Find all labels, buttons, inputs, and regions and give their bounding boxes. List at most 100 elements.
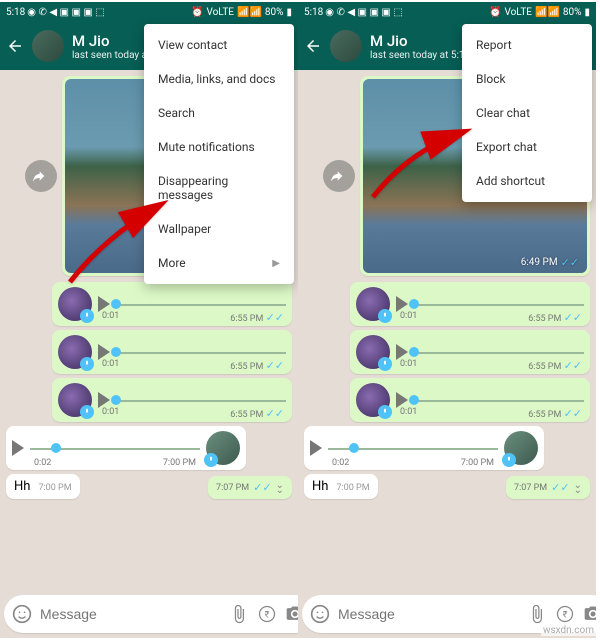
voice-avatar [356, 383, 390, 417]
menu-block[interactable]: Block [462, 62, 592, 96]
mic-badge-icon [204, 453, 218, 467]
voice-time: 7:00 PM [461, 458, 494, 468]
text-message-in[interactable]: Hh 7:00 PM [304, 474, 378, 499]
voice-message-out-3[interactable]: 0:016:55 PM ✓✓ [350, 378, 590, 422]
voice-track[interactable] [414, 296, 584, 312]
voice-time: 6:55 PM [528, 314, 561, 324]
back-arrow-icon[interactable] [304, 37, 322, 55]
text-time: 7:07 PM [514, 483, 547, 493]
message-input-bar: ₹ [4, 594, 294, 634]
read-ticks-icon: ✓✓ [266, 407, 284, 420]
attach-icon[interactable] [229, 604, 249, 624]
read-ticks-icon: ✓✓ [561, 256, 579, 269]
mic-badge-icon [378, 357, 392, 371]
rupee-icon[interactable]: ₹ [555, 604, 575, 624]
voice-duration: 0:01 [102, 311, 119, 324]
voice-time: 6:55 PM [230, 410, 263, 420]
phone-screenshot-right: 5:18 ◉ ✆ ◀ ▣ ▣ ▣ ⬚ ⏰ VoLTE 📶📶 80% ▮ M Ji… [298, 2, 596, 638]
voice-avatar [356, 335, 390, 369]
message-input[interactable] [40, 606, 221, 622]
play-icon[interactable] [310, 440, 322, 456]
back-arrow-icon[interactable] [6, 37, 24, 55]
voice-message-out-3[interactable]: 0:016:55 PM ✓✓ [52, 378, 292, 422]
voice-message-out-2[interactable]: 0:016:55 PM ✓✓ [350, 330, 590, 374]
signal-icon: 📶📶 [535, 7, 560, 18]
play-icon[interactable] [396, 344, 408, 360]
status-bar: 5:18 ◉ ✆ ◀ ▣ ▣ ▣ ⬚ ⏰ VoLTE 📶📶 80% ▮ [0, 2, 298, 22]
menu-view-contact[interactable]: View contact [144, 28, 294, 62]
mic-badge-icon [80, 357, 94, 371]
text-message-out[interactable]: 7:07 PM ✓✓ ⌄⌄ [506, 476, 590, 499]
status-bar: 5:18 ◉ ✆ ◀ ▣ ▣ ▣ ⬚ ⏰ VoLTE 📶📶 80% ▮ [298, 2, 596, 22]
voice-duration: 0:01 [400, 311, 417, 324]
emoji-icon[interactable] [12, 604, 32, 624]
text-time: 7:00 PM [336, 483, 369, 493]
voice-track[interactable] [30, 440, 200, 456]
chevron-right-icon: ▶ [272, 258, 280, 269]
menu-search[interactable]: Search [144, 96, 294, 130]
read-ticks-icon: ✓✓ [564, 311, 582, 324]
emoji-icon[interactable] [310, 604, 330, 624]
camera-icon[interactable] [285, 604, 298, 624]
voice-track[interactable] [414, 344, 584, 360]
battery-icon: ▮ [286, 7, 292, 18]
play-icon[interactable] [396, 392, 408, 408]
voice-track[interactable] [116, 392, 286, 408]
forward-button[interactable] [25, 160, 57, 192]
menu-media[interactable]: Media, links, and docs [144, 62, 294, 96]
mic-badge-icon [378, 405, 392, 419]
play-icon[interactable] [396, 296, 408, 312]
chevron-down-icon[interactable]: ⌄⌄ [574, 483, 582, 493]
voice-track[interactable] [414, 392, 584, 408]
contact-avatar[interactable] [32, 30, 64, 62]
voice-duration: 0:01 [102, 359, 119, 372]
voice-message-out-2[interactable]: 0:01 6:55 PM ✓✓ [52, 330, 292, 374]
voice-track[interactable] [116, 344, 286, 360]
play-icon[interactable] [98, 344, 110, 360]
voice-time: 6:55 PM [230, 362, 263, 372]
voice-duration: 0:02 [34, 458, 51, 468]
alarm-icon: ⏰ [489, 7, 501, 18]
voice-time: 6:55 PM [528, 362, 561, 372]
voice-track[interactable] [328, 440, 498, 456]
voice-message-in[interactable]: 0:027:00 PM [304, 426, 544, 470]
attach-icon[interactable] [527, 604, 547, 624]
text-message-out[interactable]: 7:07 PM ✓✓ ⌄⌄ [208, 476, 292, 499]
image-time: 6:49 PM [521, 257, 558, 268]
play-icon[interactable] [12, 440, 24, 456]
camera-icon[interactable] [583, 604, 596, 624]
menu-mute[interactable]: Mute notifications [144, 130, 294, 164]
read-ticks-icon: ✓✓ [253, 481, 271, 494]
read-ticks-icon: ✓✓ [564, 407, 582, 420]
voice-duration: 0:01 [400, 359, 417, 372]
contact-avatar[interactable] [330, 30, 362, 62]
voice-message-in[interactable]: 0:027:00 PM [6, 426, 246, 470]
status-time: 5:18 [6, 7, 25, 18]
voice-avatar [504, 431, 538, 465]
play-icon[interactable] [98, 296, 110, 312]
voice-track[interactable] [116, 296, 286, 312]
alarm-icon: ⏰ [191, 7, 203, 18]
svg-text:₹: ₹ [563, 610, 568, 620]
read-ticks-icon: ✓✓ [266, 359, 284, 372]
menu-report[interactable]: Report [462, 28, 592, 62]
text-message-in[interactable]: Hh 7:00 PM [6, 474, 80, 499]
rupee-icon[interactable]: ₹ [257, 604, 277, 624]
forward-button[interactable] [323, 160, 355, 192]
voice-avatar [58, 383, 92, 417]
status-notif-icons: ◉ ✆ ◀ ▣ ▣ ▣ ⬚ [325, 7, 402, 18]
mic-badge-icon [378, 309, 392, 323]
chevron-down-icon[interactable]: ⌄⌄ [276, 483, 284, 493]
watermark-text: wsxdn.com [541, 625, 596, 636]
text-time: 7:07 PM [216, 483, 249, 493]
mic-badge-icon [502, 453, 516, 467]
text-content: Hh [312, 479, 328, 494]
voice-message-out-1[interactable]: 0:01 6:55 PM ✓✓ [350, 282, 590, 326]
volte-icon: VoLTE [504, 7, 532, 18]
text-content: Hh [14, 479, 30, 494]
play-icon[interactable] [98, 392, 110, 408]
text-time: 7:00 PM [38, 483, 71, 493]
voice-avatar [356, 287, 390, 321]
message-input[interactable] [338, 606, 519, 622]
message-input-field[interactable]: ₹ [4, 595, 298, 633]
